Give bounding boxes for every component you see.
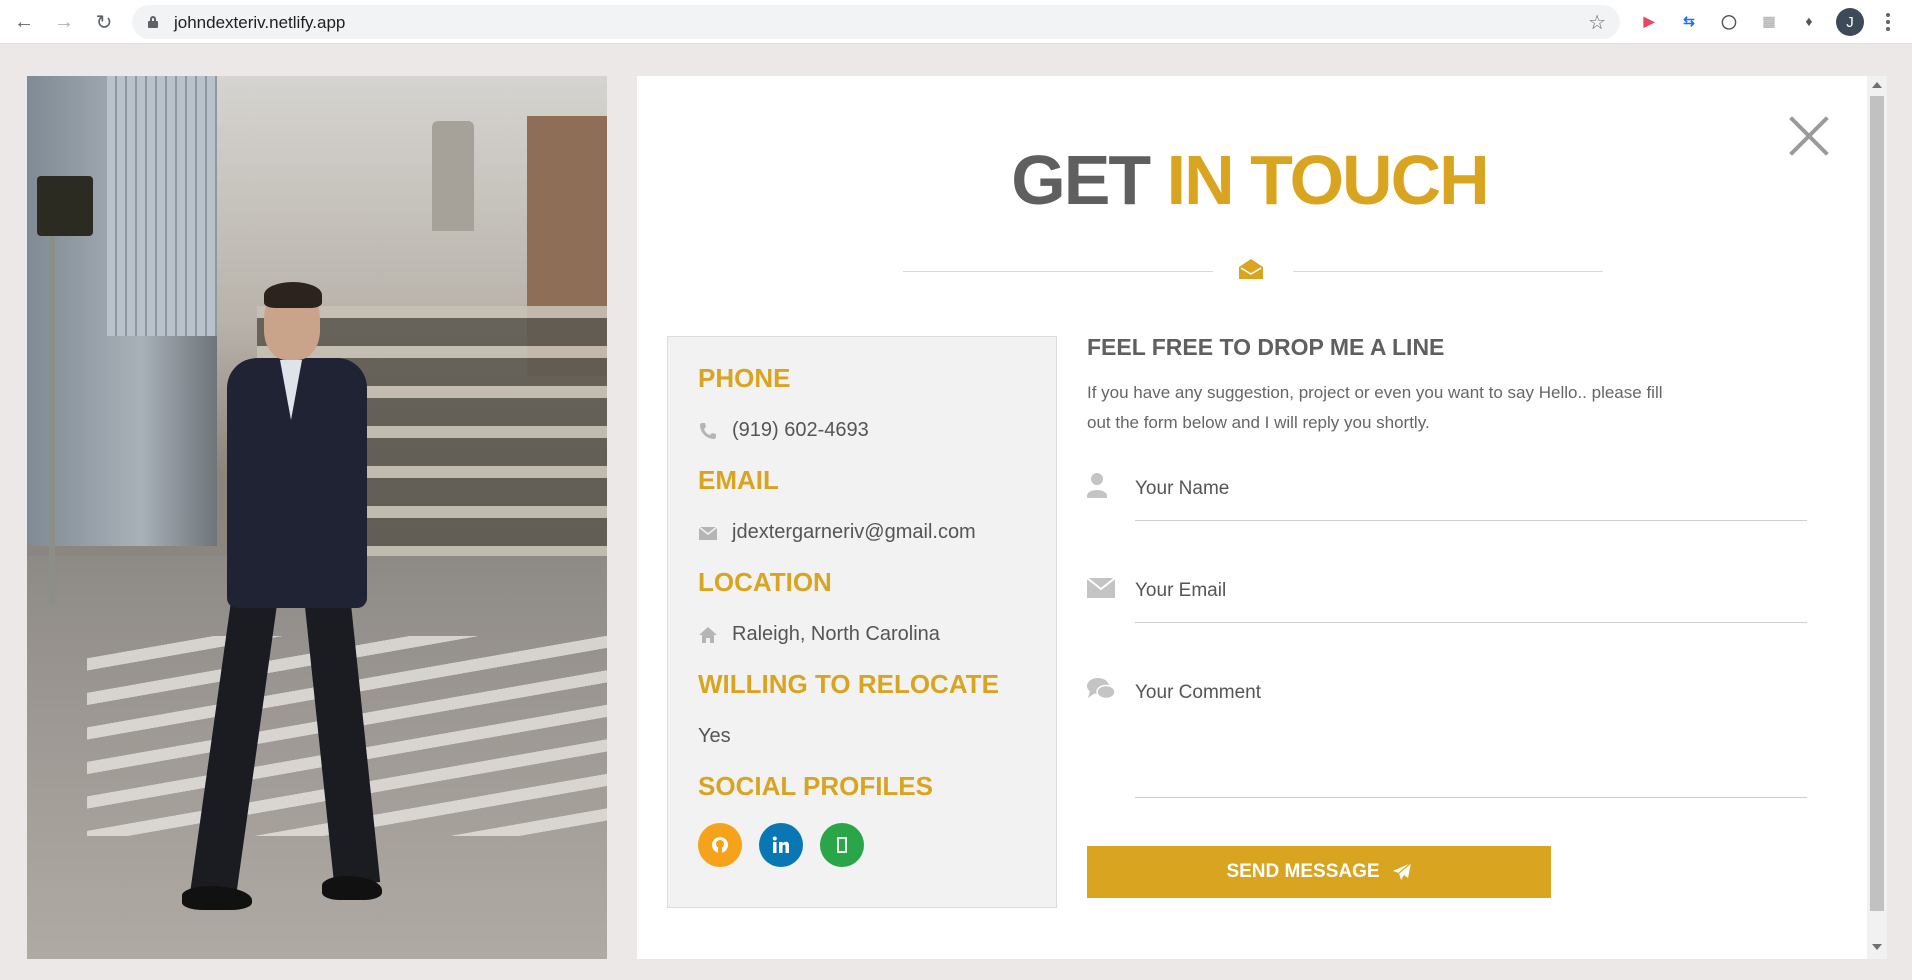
lock-icon: [148, 16, 158, 28]
email-field[interactable]: Your Email: [1087, 574, 1807, 624]
bookmark-star-icon[interactable]: ☆: [1588, 10, 1606, 35]
title-divider-right: [1293, 271, 1603, 272]
browser-menu-icon[interactable]: [1880, 8, 1896, 36]
phone-row: (919) 602-4693: [698, 419, 869, 442]
phone-icon: [700, 422, 716, 439]
back-icon[interactable]: ←: [10, 8, 38, 36]
name-field[interactable]: Your Name: [1087, 472, 1807, 522]
social-heading: SOCIAL PROFILES: [698, 771, 933, 801]
email-heading: EMAIL: [698, 465, 779, 495]
page-title: GET IN TOUCH: [637, 140, 1862, 220]
location-value: Raleigh, North Carolina: [732, 623, 940, 645]
relocate-row: Yes: [698, 725, 731, 748]
phone-value[interactable]: (919) 602-4693: [732, 419, 869, 442]
scroll-down-icon[interactable]: [1872, 944, 1882, 950]
comment-field[interactable]: Your Comment: [1087, 676, 1807, 798]
form-description: If you have any suggestion, project or e…: [1087, 383, 1663, 432]
title-get: GET: [1011, 141, 1151, 219]
extension-arrows-icon[interactable]: ⇆: [1678, 10, 1700, 32]
comments-icon: [1087, 678, 1115, 700]
profile-avatar[interactable]: J: [1836, 8, 1864, 36]
email-placeholder[interactable]: Your Email: [1135, 580, 1226, 602]
envelope-icon: [1087, 577, 1115, 598]
extension-red-icon[interactable]: ▶: [1638, 10, 1660, 32]
email-value[interactable]: jdextergarneriv@gmail.com: [732, 521, 976, 544]
location-heading: LOCATION: [698, 567, 832, 597]
name-placeholder[interactable]: Your Name: [1135, 478, 1229, 500]
extensions-puzzle-icon[interactable]: ♦: [1798, 10, 1820, 32]
forward-icon[interactable]: →: [50, 8, 78, 36]
url-text[interactable]: johndexteriv.netlify.app: [174, 13, 345, 33]
send-message-label: SEND MESSAGE: [1226, 861, 1380, 882]
title-divider-left: [903, 271, 1213, 272]
extension-grid-icon[interactable]: ▦: [1758, 10, 1780, 32]
scroll-up-icon[interactable]: [1872, 82, 1882, 88]
github-icon[interactable]: [698, 823, 742, 867]
location-row: Raleigh, North Carolina: [698, 623, 940, 646]
contact-info-panel: PHONE (919) 602-4693 EMAIL jdextergarner…: [667, 336, 1057, 908]
envelope-icon: [698, 525, 718, 540]
address-bar[interactable]: johndexteriv.netlify.app ☆: [132, 5, 1620, 39]
reload-icon[interactable]: ↻: [90, 8, 118, 36]
contact-modal: GET IN TOUCH PHONE (919) 602-4693 EMAIL …: [637, 76, 1867, 959]
linkedin-icon[interactable]: [759, 823, 803, 867]
extension-circle-icon[interactable]: ◯: [1718, 10, 1740, 32]
relocate-value: Yes: [698, 725, 731, 747]
user-icon: [1087, 473, 1107, 498]
profile-photo: [27, 76, 607, 959]
form-heading: FEEL FREE TO DROP ME A LINE: [1087, 334, 1445, 360]
browser-toolbar: ← → ↻ johndexteriv.netlify.app ☆ ▶ ⇆ ◯ ▦…: [0, 0, 1912, 44]
title-in-touch: IN TOUCH: [1166, 141, 1490, 219]
home-icon: [699, 626, 717, 643]
resume-icon[interactable]: [820, 823, 864, 867]
relocate-heading: WILLING TO RELOCATE: [698, 669, 999, 699]
send-message-button[interactable]: SEND MESSAGE: [1087, 846, 1551, 898]
comment-placeholder[interactable]: Your Comment: [1135, 682, 1261, 704]
envelope-open-icon: [1239, 259, 1263, 279]
email-row: jdextergarneriv@gmail.com: [698, 521, 976, 544]
scroll-thumb[interactable]: [1870, 96, 1884, 911]
phone-heading: PHONE: [698, 363, 791, 393]
paper-plane-icon: [1392, 862, 1411, 880]
modal-scrollbar[interactable]: [1867, 76, 1887, 959]
